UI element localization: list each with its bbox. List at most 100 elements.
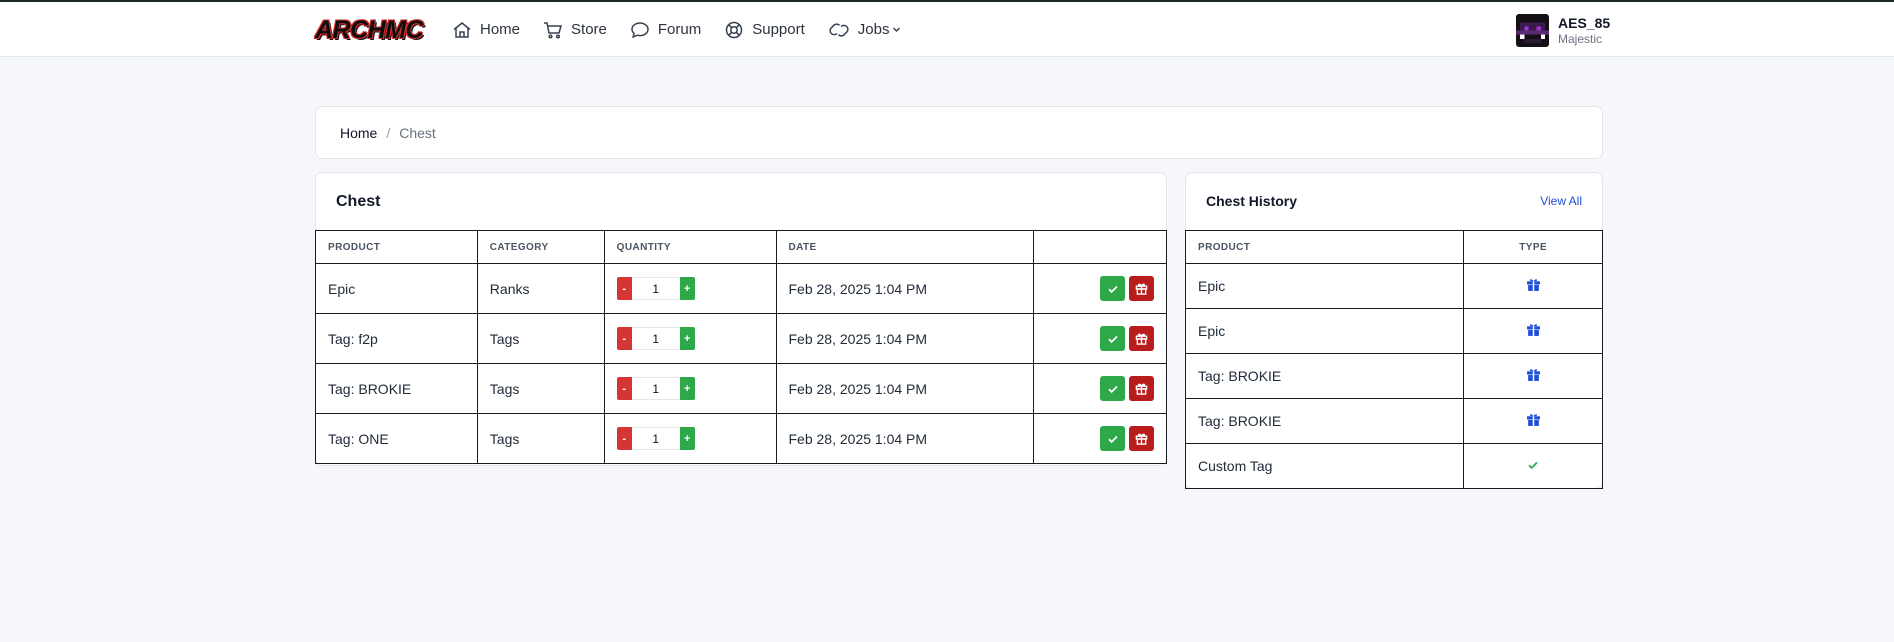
- decrease-quantity-button[interactable]: -: [616, 277, 632, 300]
- nav-forum-label: Forum: [657, 21, 702, 38]
- date-cell: Feb 28, 2025 1:04 PM: [775, 363, 1035, 414]
- quantity-input[interactable]: [631, 427, 680, 450]
- table-row: Custom Tag: [1184, 443, 1603, 489]
- quantity-stepper: - +: [616, 327, 695, 350]
- actions-cell: [1033, 413, 1167, 464]
- chevron-down-icon: [893, 27, 901, 33]
- user-rank: Majestic: [1558, 31, 1603, 46]
- history-type-cell: [1463, 353, 1603, 399]
- chest-history-table: PRODUCT TYPE Epic Epic Tag: BROKIE Tag: …: [1184, 230, 1603, 489]
- increase-quantity-button[interactable]: +: [679, 327, 695, 350]
- decrease-quantity-button[interactable]: -: [616, 427, 632, 450]
- claim-button[interactable]: [1100, 376, 1125, 401]
- history-type-cell: [1463, 443, 1603, 489]
- table-row: Tag: ONE Tags - + Feb 28, 2025 1:04 PM: [315, 413, 1167, 464]
- nav-jobs-label: Jobs: [857, 21, 890, 38]
- gift-button[interactable]: [1129, 276, 1154, 301]
- col-date: DATE: [775, 230, 1035, 264]
- history-col-type: TYPE: [1463, 230, 1603, 264]
- user-menu[interactable]: AES_85 Majestic: [1516, 14, 1610, 47]
- chest-history-title: Chest History: [1206, 193, 1298, 209]
- table-row: Epic: [1184, 263, 1603, 309]
- nav-home[interactable]: Home: [452, 21, 520, 39]
- category-cell: Tags: [476, 363, 605, 414]
- history-type-cell: [1463, 263, 1603, 309]
- breadcrumb-separator: /: [386, 124, 391, 141]
- site-header: ARCHMC Home Store Forum Support Jobs AES…: [0, 2, 1894, 57]
- actions-cell: [1033, 263, 1167, 314]
- view-all-link[interactable]: View All: [1540, 194, 1582, 208]
- quantity-cell: - +: [603, 363, 777, 414]
- date-cell: Feb 28, 2025 1:04 PM: [775, 263, 1035, 314]
- gift-button[interactable]: [1129, 326, 1154, 351]
- gift-icon: [1526, 414, 1540, 426]
- avatar[interactable]: [1516, 14, 1549, 47]
- history-col-product: PRODUCT: [1184, 230, 1465, 264]
- chest-table: PRODUCT CATEGORY QUANTITY DATE Epic Rank…: [315, 230, 1167, 464]
- check-icon: [1528, 461, 1538, 470]
- product-cell: Tag: ONE: [315, 413, 478, 464]
- col-product: PRODUCT: [315, 230, 478, 264]
- gift-button[interactable]: [1129, 426, 1154, 451]
- nav-store-label: Store: [571, 21, 607, 38]
- check-icon: [1107, 385, 1118, 393]
- breadcrumb-current: Chest: [399, 124, 436, 141]
- check-icon: [1107, 285, 1118, 293]
- quantity-input[interactable]: [631, 377, 680, 400]
- nav-home-label: Home: [480, 21, 521, 38]
- quantity-input[interactable]: [631, 277, 680, 300]
- cart-icon: [544, 21, 563, 39]
- table-row: Tag: f2p Tags - + Feb 28, 2025 1:04 PM: [315, 313, 1167, 364]
- gift-icon: [1135, 333, 1148, 345]
- actions-cell: [1033, 363, 1167, 414]
- site-logo[interactable]: ARCHMC: [315, 16, 424, 45]
- nav-jobs[interactable]: Jobs: [828, 21, 902, 39]
- increase-quantity-button[interactable]: +: [679, 377, 695, 400]
- chest-history-card: Chest History View All PRODUCT TYPE Epic…: [1184, 172, 1603, 489]
- chest-card: Chest PRODUCT CATEGORY QUANTITY DATE Epi…: [315, 172, 1167, 466]
- table-row: Tag: BROKIE: [1184, 398, 1603, 444]
- nav-support-label: Support: [752, 21, 805, 38]
- quantity-stepper: - +: [616, 427, 695, 450]
- quantity-input[interactable]: [631, 327, 680, 350]
- history-table-header: PRODUCT TYPE: [1184, 230, 1603, 264]
- quantity-stepper: - +: [616, 277, 695, 300]
- actions-cell: [1033, 313, 1167, 364]
- claim-button[interactable]: [1100, 276, 1125, 301]
- lifebuoy-icon: [725, 21, 743, 38]
- table-row: Tag: BROKIE Tags - + Feb 28, 2025 1:04 P…: [315, 363, 1167, 414]
- gift-icon: [1135, 383, 1148, 395]
- product-cell: Tag: f2p: [315, 313, 478, 364]
- chest-title: Chest: [336, 193, 381, 210]
- decrease-quantity-button[interactable]: -: [616, 377, 632, 400]
- increase-quantity-button[interactable]: +: [679, 427, 695, 450]
- history-product-cell: Custom Tag: [1184, 443, 1465, 489]
- product-cell: Epic: [315, 263, 478, 314]
- quantity-stepper: - +: [616, 377, 695, 400]
- user-name: AES_85: [1558, 14, 1611, 31]
- date-cell: Feb 28, 2025 1:04 PM: [775, 413, 1035, 464]
- nav-support[interactable]: Support: [724, 21, 805, 39]
- gift-button[interactable]: [1129, 376, 1154, 401]
- breadcrumb-home-link[interactable]: Home: [340, 125, 377, 141]
- quantity-cell: - +: [603, 263, 777, 314]
- gift-icon: [1135, 433, 1148, 445]
- col-actions: [1033, 230, 1167, 264]
- check-icon: [1107, 435, 1118, 443]
- decrease-quantity-button[interactable]: -: [616, 327, 632, 350]
- increase-quantity-button[interactable]: +: [679, 277, 695, 300]
- category-cell: Ranks: [476, 263, 605, 314]
- quantity-cell: - +: [603, 313, 777, 364]
- table-row: Tag: BROKIE: [1184, 353, 1603, 399]
- chat-icon: [631, 21, 649, 38]
- history-product-cell: Tag: BROKIE: [1184, 353, 1465, 399]
- nav-forum[interactable]: Forum: [630, 21, 701, 39]
- nav-store[interactable]: Store: [543, 21, 607, 39]
- gift-icon: [1526, 369, 1540, 381]
- claim-button[interactable]: [1100, 426, 1125, 451]
- claim-button[interactable]: [1100, 326, 1125, 351]
- table-row: Epic: [1184, 308, 1603, 354]
- history-product-cell: Epic: [1184, 263, 1465, 309]
- category-cell: Tags: [476, 413, 605, 464]
- col-quantity: QUANTITY: [603, 230, 777, 264]
